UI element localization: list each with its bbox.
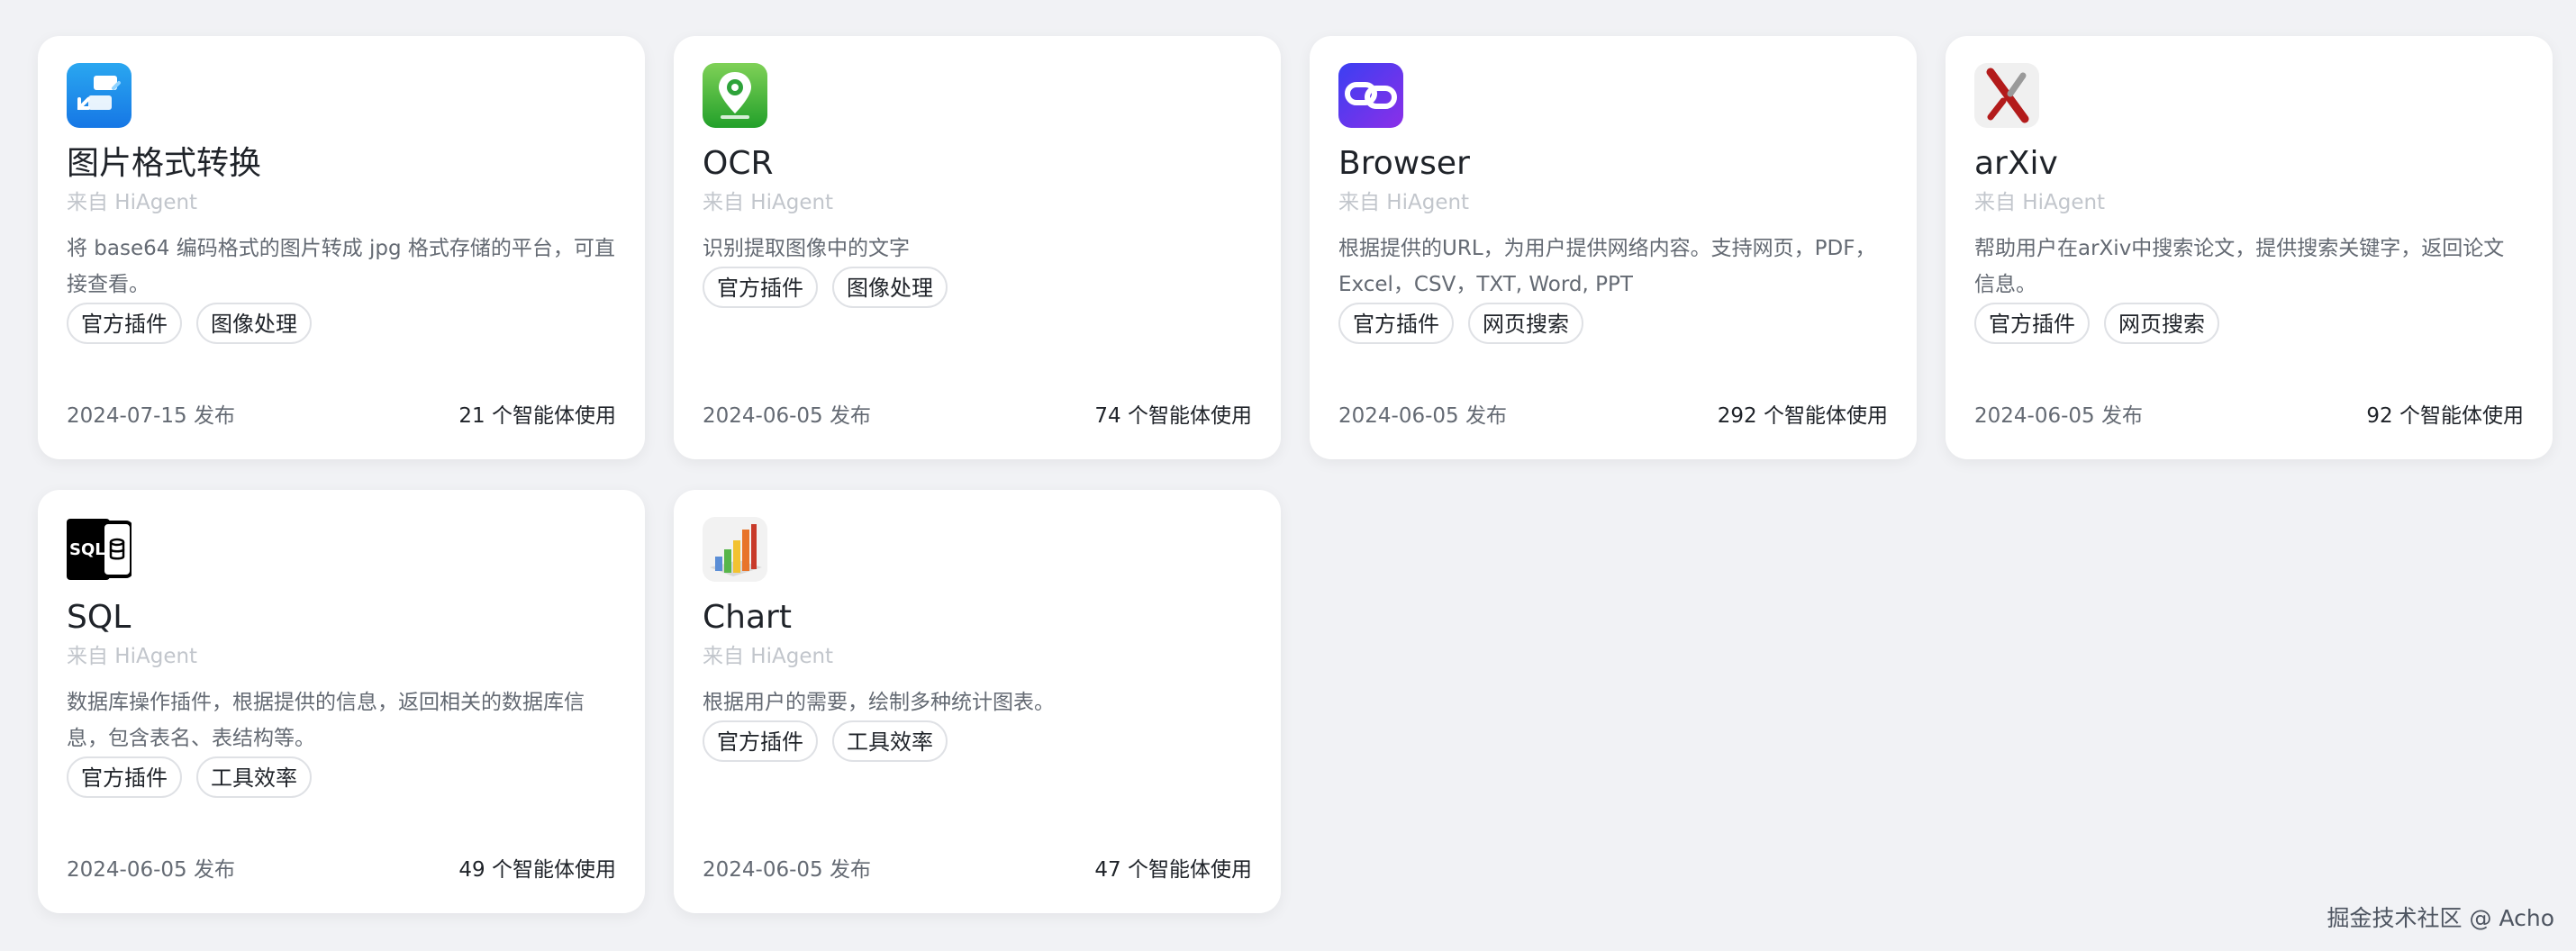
tag-tool-efficiency[interactable]: 工具效率 <box>196 756 312 798</box>
plugin-title: OCR <box>703 145 774 182</box>
tag-official-plugin[interactable]: 官方插件 <box>67 303 182 344</box>
watermark: 掘金技术社区 @ Acho <box>2327 905 2554 931</box>
publish-date: 2024-06-05 发布 <box>67 858 235 882</box>
plugin-title: Browser <box>1338 145 1470 182</box>
usage-count: 74 个智能体使用 <box>1094 404 1252 428</box>
card-footer: 2024-07-15 发布 21 个智能体使用 <box>67 402 616 430</box>
plugin-description: 根据提供的URL，为用户提供网络内容。支持网页，PDF，Excel，CSV，TX… <box>1338 237 1876 296</box>
plugin-description: 帮助用户在arXiv中搜索论文，提供搜索关键字，返回论文信息。 <box>1974 237 2505 296</box>
tag-image-processing[interactable]: 图像处理 <box>196 303 312 344</box>
usage-count: 49 个智能体使用 <box>458 858 616 882</box>
plugin-source: 来自 HiAgent <box>703 191 834 214</box>
tag-tool-efficiency[interactable]: 工具效率 <box>832 720 948 762</box>
tag-official-plugin[interactable]: 官方插件 <box>703 267 818 308</box>
card-footer: 2024-06-05 发布 74 个智能体使用 <box>703 402 1252 430</box>
plugin-card-browser[interactable]: Browser 来自 HiAgent 根据提供的URL，为用户提供网络内容。支持… <box>1310 36 1917 459</box>
plugin-description: 数据库操作插件，根据提供的信息，返回相关的数据库信息，包含表名、表结构等。 <box>67 691 585 750</box>
tag-list: 官方插件 图像处理 <box>67 303 616 344</box>
publish-date: 2024-07-15 发布 <box>67 404 235 428</box>
tag-official-plugin[interactable]: 官方插件 <box>67 756 182 798</box>
tag-official-plugin[interactable]: 官方插件 <box>1974 303 2090 344</box>
card-footer: 2024-06-05 发布 47 个智能体使用 <box>703 856 1252 884</box>
usage-count: 47 个智能体使用 <box>1094 858 1252 882</box>
sql-database-icon: SQL <box>67 517 132 582</box>
tag-list: 官方插件 图像处理 <box>703 267 1252 308</box>
plugin-card-arxiv[interactable]: arXiv 来自 HiAgent 帮助用户在arXiv中搜索论文，提供搜索关键字… <box>1946 36 2553 459</box>
usage-count: 21 个智能体使用 <box>458 404 616 428</box>
plugin-description: 根据用户的需要，绘制多种统计图表。 <box>703 691 1055 714</box>
tag-official-plugin[interactable]: 官方插件 <box>703 720 818 762</box>
plugin-card-chart[interactable]: Chart 来自 HiAgent 根据用户的需要，绘制多种统计图表。 官方插件 … <box>674 490 1281 913</box>
browser-link-icon <box>1338 63 1403 128</box>
plugin-title: SQL <box>67 599 132 636</box>
plugin-title: Chart <box>703 599 792 636</box>
tag-image-processing[interactable]: 图像处理 <box>832 267 948 308</box>
arxiv-icon <box>1974 63 2039 128</box>
ocr-location-icon <box>703 63 767 128</box>
plugin-card-image-convert[interactable]: 图片格式转换 来自 HiAgent 将 base64 编码格式的图片转成 jpg… <box>38 36 645 459</box>
usage-count: 92 个智能体使用 <box>2366 404 2524 428</box>
tag-web-search[interactable]: 网页搜索 <box>2104 303 2219 344</box>
bar-chart-icon <box>703 517 767 582</box>
card-footer: 2024-06-05 发布 92 个智能体使用 <box>1974 402 2524 430</box>
plugin-grid: 图片格式转换 来自 HiAgent 将 base64 编码格式的图片转成 jpg… <box>38 36 2553 913</box>
card-footer: 2024-06-05 发布 292 个智能体使用 <box>1338 402 1888 430</box>
plugin-source: 来自 HiAgent <box>703 645 834 668</box>
plugin-description: 将 base64 编码格式的图片转成 jpg 格式存储的平台，可直接查看。 <box>67 237 615 296</box>
usage-count: 292 个智能体使用 <box>1717 404 1888 428</box>
image-convert-icon <box>67 63 132 128</box>
tag-list: 官方插件 工具效率 <box>703 720 1252 762</box>
svg-text:SQL: SQL <box>69 540 105 559</box>
publish-date: 2024-06-05 发布 <box>703 404 871 428</box>
tag-official-plugin[interactable]: 官方插件 <box>1338 303 1454 344</box>
plugin-source: 来自 HiAgent <box>67 191 198 214</box>
tag-list: 官方插件 网页搜索 <box>1974 303 2524 344</box>
plugin-description: 识别提取图像中的文字 <box>703 237 910 260</box>
tag-list: 官方插件 工具效率 <box>67 756 616 798</box>
plugin-source: 来自 HiAgent <box>67 645 198 668</box>
tag-web-search[interactable]: 网页搜索 <box>1468 303 1583 344</box>
publish-date: 2024-06-05 发布 <box>703 858 871 882</box>
publish-date: 2024-06-05 发布 <box>1338 404 1507 428</box>
plugin-source: 来自 HiAgent <box>1974 191 2106 214</box>
plugin-title: arXiv <box>1974 145 2058 182</box>
plugin-title: 图片格式转换 <box>67 145 262 182</box>
card-footer: 2024-06-05 发布 49 个智能体使用 <box>67 856 616 884</box>
publish-date: 2024-06-05 发布 <box>1974 404 2143 428</box>
tag-list: 官方插件 网页搜索 <box>1338 303 1888 344</box>
plugin-card-sql[interactable]: SQL SQL 来自 HiAgent 数据库操作插件，根据提供的信息，返回相关的… <box>38 490 645 913</box>
plugin-card-ocr[interactable]: OCR 来自 HiAgent 识别提取图像中的文字 官方插件 图像处理 2024… <box>674 36 1281 459</box>
plugin-source: 来自 HiAgent <box>1338 191 1470 214</box>
